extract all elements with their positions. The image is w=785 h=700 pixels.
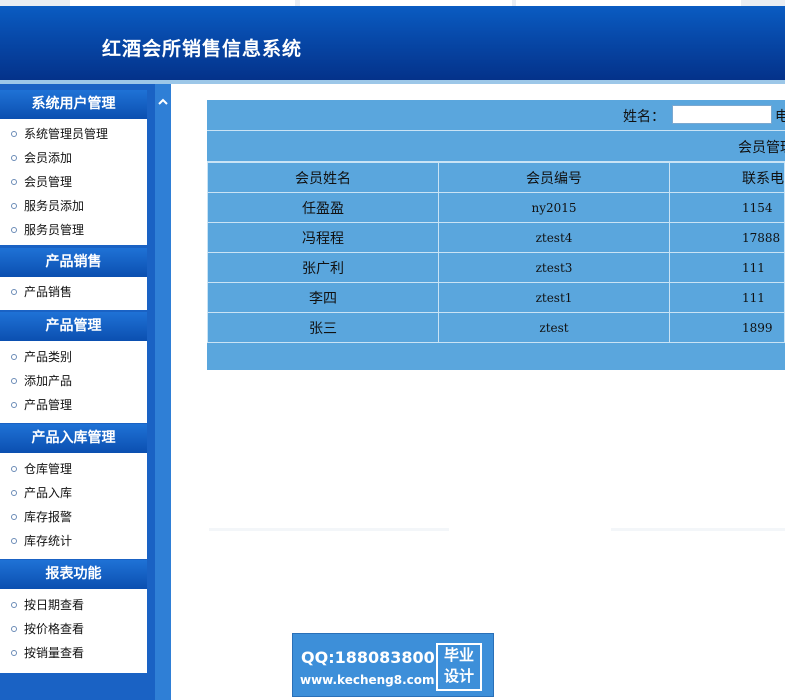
menu-group-reports[interactable]: 报表功能	[0, 560, 147, 589]
menu-group-reports-body: 按日期查看 按价格查看 按销量查看	[0, 589, 147, 673]
menu-item-by-date[interactable]: 按日期查看	[0, 593, 147, 617]
menu-group-stock-in-body: 仓库管理 产品入库 库存报警 库存统计	[0, 453, 147, 559]
table-header-row: 会员姓名 会员编号 联系电	[207, 162, 785, 193]
menu-item-waiter-add[interactable]: 服务员添加	[0, 194, 147, 218]
search-bar: 姓名： 电	[207, 100, 785, 131]
sidebar: 系统用户管理 系统管理员管理 会员添加 会员管理 服务员添加 服务员管理 产品销…	[0, 84, 155, 700]
menu-item-by-sales[interactable]: 按销量查看	[0, 641, 147, 665]
table-row[interactable]: 张三 ztest 1899	[207, 312, 785, 343]
table-row[interactable]: 任盈盈 ny2015 1154	[207, 192, 785, 223]
bullet-icon	[11, 626, 17, 632]
cell-name: 任盈盈	[207, 192, 439, 223]
cell-phone: 111	[669, 252, 785, 283]
sidebar-collapse-bar[interactable]	[155, 84, 171, 700]
search-name-label: 姓名：	[623, 109, 665, 125]
cell-phone: 17888	[669, 222, 785, 253]
menu-item-admin-manage[interactable]: 系统管理员管理	[0, 122, 147, 146]
menu-item-stock-alert[interactable]: 库存报警	[0, 505, 147, 529]
menu-group-stock-in[interactable]: 产品入库管理	[0, 424, 147, 453]
menu-group-system-users-body: 系统管理员管理 会员添加 会员管理 服务员添加 服务员管理	[0, 119, 147, 245]
member-panel: 姓名： 电 会员管理 会员姓名 会员编号 联系电 任盈盈 ny2015 1154…	[207, 100, 785, 370]
menu-item-add-product[interactable]: 添加产品	[0, 369, 147, 393]
menu-item-product-stock-in[interactable]: 产品入库	[0, 481, 147, 505]
table-row[interactable]: 李四 ztest1 111	[207, 282, 785, 313]
bullet-icon	[11, 490, 17, 496]
chevron-up-icon[interactable]	[157, 96, 169, 108]
cell-name: 张三	[207, 312, 439, 343]
watermark: QQ:188083800 www.kecheng8.com 毕业 设计	[292, 633, 494, 697]
cell-code: ztest3	[438, 252, 670, 283]
bullet-icon	[11, 155, 17, 161]
main-content: 姓名： 电 会员管理 会员姓名 会员编号 联系电 任盈盈 ny2015 1154…	[171, 84, 785, 700]
watermark-badge: 毕业 设计	[436, 643, 482, 691]
bullet-icon	[11, 514, 17, 520]
table-title: 会员管理	[738, 140, 785, 156]
bullet-icon	[11, 538, 17, 544]
app-header: 红酒会所销售信息系统	[0, 6, 785, 80]
member-table: 会员姓名 会员编号 联系电 任盈盈 ny2015 1154 冯程程 ztest4…	[207, 162, 785, 343]
app-title: 红酒会所销售信息系统	[102, 38, 303, 60]
menu-group-system-users[interactable]: 系统用户管理	[0, 90, 147, 119]
col-header-code: 会员编号	[438, 162, 670, 193]
bullet-icon	[11, 466, 17, 472]
bullet-icon	[11, 179, 17, 185]
menu-item-member-add[interactable]: 会员添加	[0, 146, 147, 170]
menu-group-product-sales[interactable]: 产品销售	[0, 248, 147, 277]
menu-item-warehouse-manage[interactable]: 仓库管理	[0, 457, 147, 481]
col-header-phone: 联系电	[669, 162, 785, 193]
bullet-icon	[11, 203, 17, 209]
menu-item-stock-stats[interactable]: 库存统计	[0, 529, 147, 553]
menu-item-product-category[interactable]: 产品类别	[0, 345, 147, 369]
bullet-icon	[11, 378, 17, 384]
watermark-url: www.kecheng8.com	[300, 673, 435, 687]
watermark-qq: QQ:188083800	[301, 648, 435, 667]
cell-name: 张广利	[207, 252, 439, 283]
menu-item-by-price[interactable]: 按价格查看	[0, 617, 147, 641]
search-name-input[interactable]	[672, 105, 772, 124]
menu-item-product-manage[interactable]: 产品管理	[0, 393, 147, 417]
table-row[interactable]: 冯程程 ztest4 17888	[207, 222, 785, 253]
menu-group-product-manage-body: 产品类别 添加产品 产品管理	[0, 341, 147, 423]
col-header-name: 会员姓名	[207, 162, 439, 193]
bullet-icon	[11, 650, 17, 656]
cell-phone: 111	[669, 282, 785, 313]
faint-divider	[209, 528, 449, 531]
cell-name: 冯程程	[207, 222, 439, 253]
menu-item-member-manage[interactable]: 会员管理	[0, 170, 147, 194]
cell-code: ztest4	[438, 222, 670, 253]
bullet-icon	[11, 131, 17, 137]
menu-item-waiter-manage[interactable]: 服务员管理	[0, 218, 147, 242]
menu-item-product-sales[interactable]: 产品销售	[0, 280, 147, 304]
cell-name: 李四	[207, 282, 439, 313]
table-title-row: 会员管理	[207, 131, 785, 162]
menu-group-product-manage[interactable]: 产品管理	[0, 312, 147, 341]
menu-group-product-sales-body: 产品销售	[0, 277, 147, 310]
cell-code: ny2015	[438, 192, 670, 223]
cell-code: ztest1	[438, 282, 670, 313]
bullet-icon	[11, 354, 17, 360]
cell-code: ztest	[438, 312, 670, 343]
search-phone-label: 电	[775, 109, 785, 125]
cell-phone: 1154	[669, 192, 785, 223]
bullet-icon	[11, 602, 17, 608]
faint-divider	[611, 528, 785, 531]
bullet-icon	[11, 289, 17, 295]
cell-phone: 1899	[669, 312, 785, 343]
table-row[interactable]: 张广利 ztest3 111	[207, 252, 785, 283]
bullet-icon	[11, 227, 17, 233]
bullet-icon	[11, 402, 17, 408]
